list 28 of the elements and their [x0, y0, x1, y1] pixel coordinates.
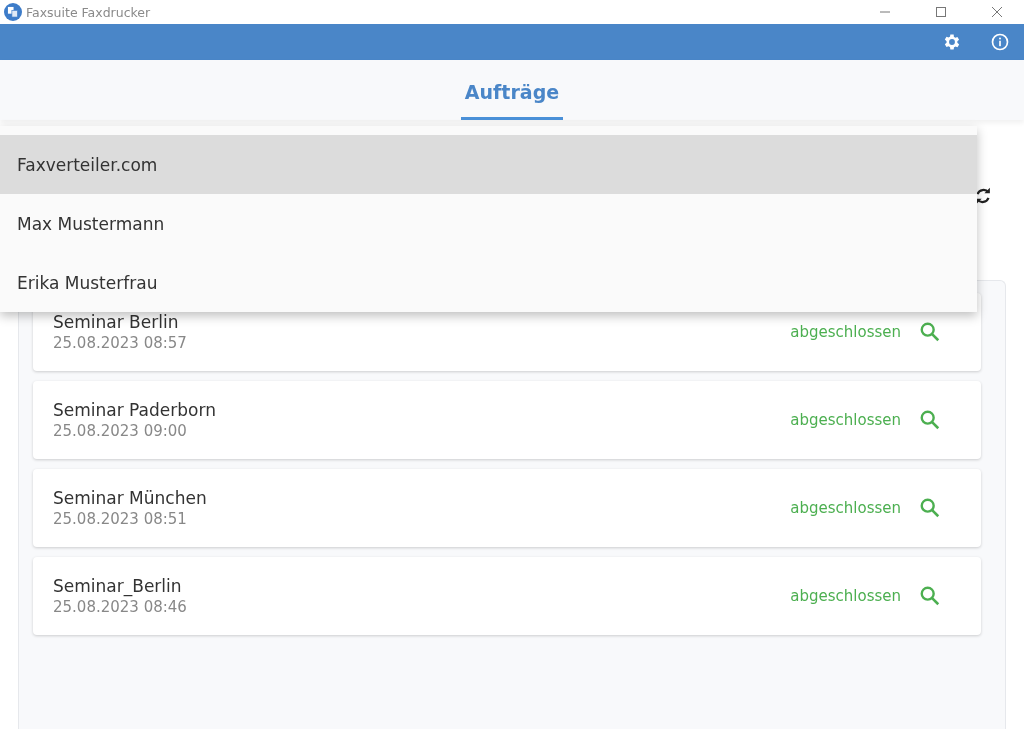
dropdown-option[interactable]: Faxverteiler.com	[0, 135, 977, 194]
job-title: Seminar_Berlin	[53, 576, 183, 596]
close-icon[interactable]	[992, 7, 1002, 17]
job-title: Seminar Berlin	[53, 312, 180, 332]
app-icon	[4, 3, 22, 21]
job-status: abgeschlossen	[790, 587, 901, 605]
job-date: 25.08.2023 09:00	[53, 422, 188, 440]
search-icon[interactable]	[919, 409, 941, 431]
dropdown-option[interactable]: Max Mustermann	[0, 194, 977, 253]
job-status: abgeschlossen	[790, 411, 901, 429]
job-card[interactable]: Seminar Paderborn 25.08.2023 09:00 abgeschlossen	[33, 381, 981, 459]
job-date: 25.08.2023 08:57	[53, 334, 188, 352]
job-status: abgeschlossen	[790, 499, 901, 517]
info-icon[interactable]	[990, 32, 1010, 52]
tab[interactable]: Aufträge	[460, 81, 564, 120]
search-icon[interactable]	[919, 497, 941, 519]
job-status: abgeschlossen	[790, 323, 901, 341]
job-card[interactable]: Seminar München 25.08.2023 08:51 abgeschlossen	[33, 469, 981, 547]
job-date: 25.08.2023 08:51	[53, 510, 188, 528]
search-icon[interactable]	[919, 321, 941, 343]
job-title: Seminar Paderborn	[53, 400, 217, 420]
search-icon[interactable]	[919, 585, 941, 607]
maximize-icon[interactable]	[936, 7, 946, 17]
job-card[interactable]: Seminar_Berlin 25.08.2023 08:46 abgeschlossen	[33, 557, 981, 635]
job-title: Seminar München	[53, 488, 208, 508]
window-title: Faxsuite Faxdrucker	[26, 4, 151, 20]
job-date: 25.08.2023 08:46	[53, 598, 188, 616]
settings-icon[interactable]	[942, 32, 962, 52]
